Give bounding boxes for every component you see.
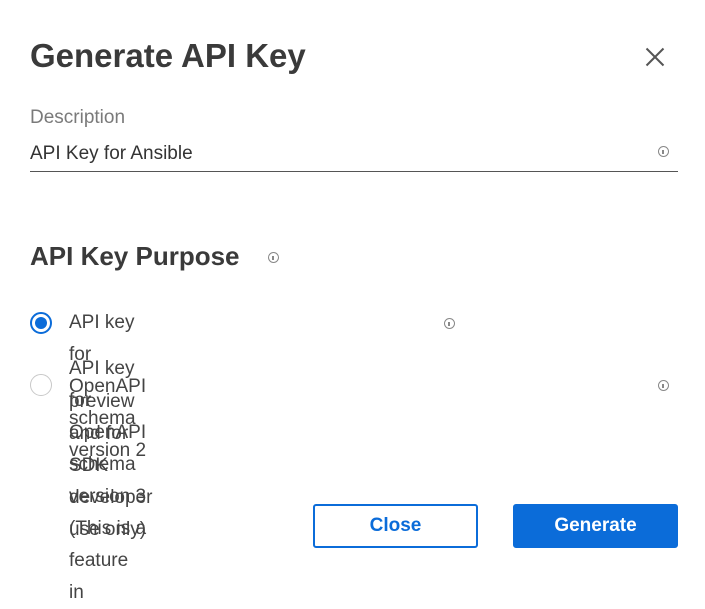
dialog-title: Generate API Key bbox=[30, 37, 306, 74]
option-v3-info-icon[interactable] bbox=[658, 380, 669, 391]
description-input[interactable] bbox=[30, 140, 640, 168]
option-v2-info-icon[interactable] bbox=[444, 318, 455, 329]
description-field-wrapper bbox=[30, 138, 678, 172]
close-button[interactable]: Close bbox=[313, 504, 478, 548]
close-x-icon[interactable] bbox=[640, 42, 670, 72]
api-key-purpose-heading: API Key Purpose bbox=[30, 241, 240, 271]
description-info-icon[interactable] bbox=[658, 146, 669, 157]
purpose-info-icon[interactable] bbox=[268, 252, 279, 263]
purpose-option-v3-label-line2: preview and for SDK developer use only) bbox=[69, 391, 153, 540]
radio-button-v2[interactable] bbox=[30, 312, 52, 334]
radio-button-v3[interactable] bbox=[30, 374, 52, 396]
description-label: Description bbox=[30, 107, 126, 128]
generate-api-key-dialog: Generate API Key Description API Key Pur… bbox=[0, 0, 705, 603]
generate-button[interactable]: Generate bbox=[513, 504, 678, 548]
